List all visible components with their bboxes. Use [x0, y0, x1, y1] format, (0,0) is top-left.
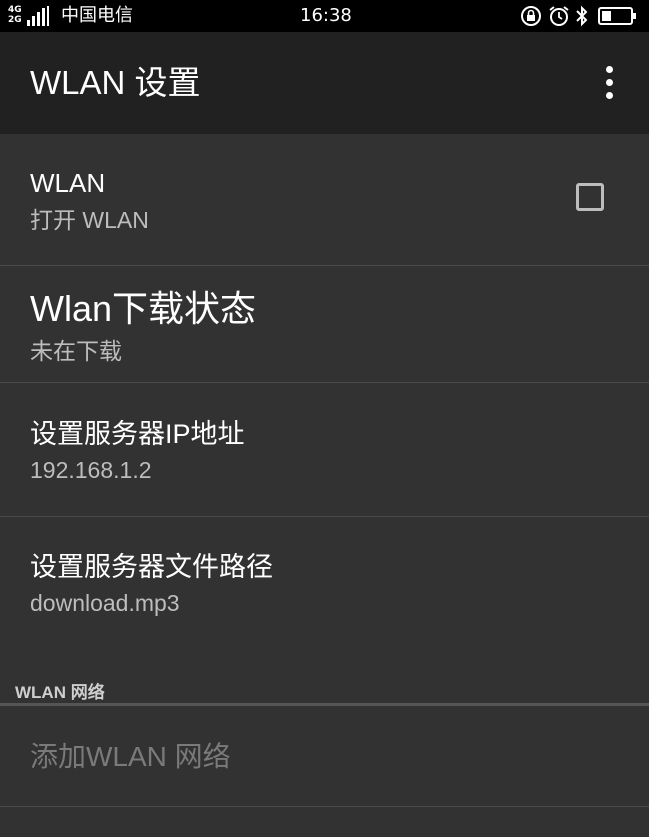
wlan-networks-category: WLAN 网络	[0, 650, 649, 706]
page-title: WLAN 设置	[30, 64, 201, 101]
clock: 16:38	[300, 5, 352, 26]
battery-icon	[598, 7, 636, 25]
network-type-icon: 4G 2G	[8, 5, 26, 27]
status-bar: 4G 2G 中国电信 16:38	[0, 0, 649, 32]
server-file-path-preference[interactable]: 设置服务器文件路径 download.mp3	[0, 517, 649, 650]
app-bar: WLAN 设置	[0, 32, 649, 134]
network-type-top: 4G	[8, 5, 22, 15]
signal-icon	[27, 6, 59, 26]
preference-title: WLAN	[30, 168, 106, 198]
alarm-icon	[549, 6, 569, 26]
preference-summary: download.mp3	[30, 590, 180, 616]
server-ip-preference[interactable]: 设置服务器IP地址 192.168.1.2	[0, 383, 649, 517]
add-network-label: 添加WLAN 网络	[30, 741, 231, 772]
lock-rotation-icon	[521, 6, 541, 26]
bluetooth-icon	[576, 5, 588, 27]
status-icons	[520, 5, 640, 27]
preference-summary: 未在下载	[30, 338, 122, 364]
wlan-checkbox[interactable]	[576, 183, 604, 211]
preference-title: 设置服务器IP地址	[30, 419, 245, 449]
download-status-preference[interactable]: Wlan下载状态 未在下载	[0, 266, 649, 383]
add-network-item[interactable]: 添加WLAN 网络	[0, 706, 649, 807]
network-type-bottom: 2G	[8, 15, 22, 25]
wlan-toggle-preference[interactable]: WLAN 打开 WLAN	[0, 134, 649, 266]
carrier-name: 中国电信	[61, 5, 133, 26]
preference-title: Wlan下载状态	[30, 288, 257, 329]
preference-title: 设置服务器文件路径	[30, 552, 273, 582]
category-label: WLAN 网络	[15, 683, 105, 702]
preference-summary: 打开 WLAN	[30, 207, 149, 233]
preference-summary: 192.168.1.2	[30, 457, 152, 483]
more-vert-icon[interactable]	[594, 62, 624, 104]
